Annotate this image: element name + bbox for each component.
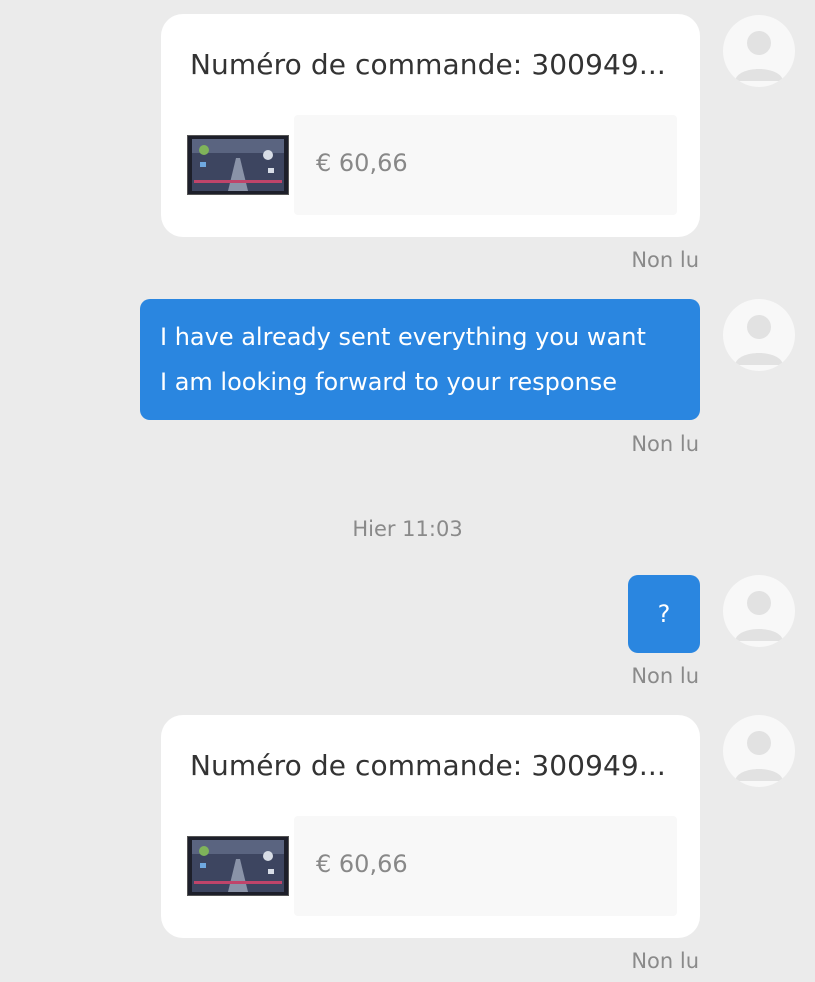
order-card[interactable]: Numéro de commande: 300949... € 60,66 — [161, 14, 700, 237]
message-status: Non lu — [631, 949, 699, 973]
order-number-title: Numéro de commande: 300949... — [190, 48, 666, 81]
sent-message-bubble[interactable]: I have already sent everything you want … — [140, 299, 700, 420]
order-price-box[interactable]: € 60,66 — [294, 115, 677, 215]
message-text-line: I am looking forward to your response — [160, 368, 618, 396]
date-separator: Hier 11:03 — [352, 517, 463, 541]
order-price: € 60,66 — [316, 149, 408, 177]
message-text: ? — [657, 600, 671, 628]
product-thumbnail-image[interactable] — [187, 135, 289, 195]
order-price-box[interactable]: € 60,66 — [294, 816, 677, 916]
order-card[interactable]: Numéro de commande: 300949... € 60,66 — [161, 715, 700, 938]
message-status: Non lu — [631, 248, 699, 272]
message-text-line: I have already sent everything you want — [160, 323, 646, 351]
user-avatar[interactable] — [723, 299, 795, 371]
default-avatar-icon — [735, 315, 783, 365]
default-avatar-icon — [735, 731, 783, 781]
message-status: Non lu — [631, 664, 699, 688]
default-avatar-icon — [735, 591, 783, 641]
user-avatar[interactable] — [723, 715, 795, 787]
order-number-title: Numéro de commande: 300949... — [190, 749, 666, 782]
user-avatar[interactable] — [723, 575, 795, 647]
default-avatar-icon — [735, 31, 783, 81]
message-status: Non lu — [631, 432, 699, 456]
user-avatar[interactable] — [723, 15, 795, 87]
order-price: € 60,66 — [316, 850, 408, 878]
product-thumbnail-image[interactable] — [187, 836, 289, 896]
sent-message-bubble[interactable]: ? — [628, 575, 700, 653]
